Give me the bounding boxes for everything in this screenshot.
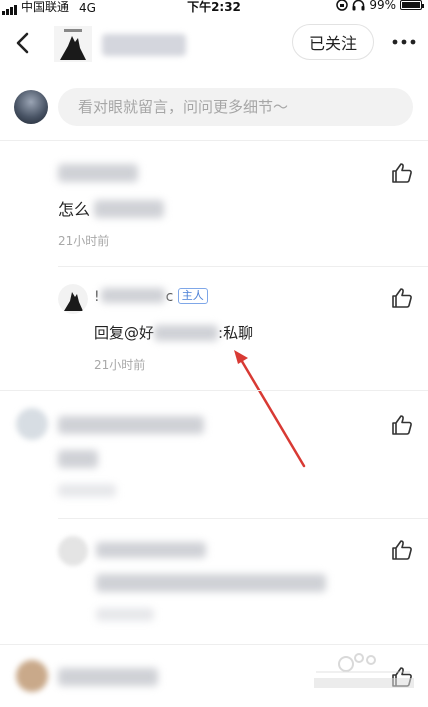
commenter-name-blurred bbox=[58, 164, 138, 182]
commenter-avatar bbox=[16, 408, 48, 440]
more-button[interactable] bbox=[390, 30, 418, 54]
reply-text-end: :私聊 bbox=[218, 324, 254, 342]
host-name-blurred bbox=[100, 288, 165, 303]
back-button[interactable] bbox=[10, 28, 36, 58]
thumbs-up-icon bbox=[392, 540, 412, 560]
reply-time: 21小时前 bbox=[94, 358, 146, 372]
host-avatar bbox=[58, 536, 88, 566]
comment-input-row bbox=[0, 84, 428, 130]
host-name: ! c 主人 bbox=[94, 288, 208, 305]
host-badge: 主人 bbox=[177, 288, 208, 304]
comment-input[interactable] bbox=[58, 88, 413, 126]
annotation-arrow bbox=[234, 350, 306, 468]
thumbs-up-icon bbox=[392, 288, 412, 308]
rotation-lock-icon bbox=[336, 0, 349, 11]
comment-time-blurred bbox=[58, 484, 116, 497]
more-dots-icon bbox=[392, 39, 416, 45]
comment-text-blurred bbox=[58, 450, 98, 468]
like-button[interactable] bbox=[391, 414, 413, 436]
like-button[interactable] bbox=[391, 287, 413, 309]
thumbs-up-icon bbox=[392, 415, 412, 435]
battery-percent: 99% bbox=[369, 0, 396, 12]
chevron-left-icon bbox=[16, 32, 29, 54]
commenter-avatar bbox=[16, 660, 48, 692]
reply-time-blurred bbox=[96, 608, 154, 621]
reply-text-blurred bbox=[96, 574, 326, 592]
like-button[interactable] bbox=[391, 539, 413, 561]
thumbs-up-icon bbox=[392, 163, 412, 183]
commenter-name-blurred bbox=[58, 668, 158, 686]
watermark-logo bbox=[314, 653, 414, 688]
divider bbox=[0, 390, 428, 391]
comment-text-visible: 怎么 bbox=[58, 200, 91, 219]
headphones-icon bbox=[352, 0, 365, 11]
reply-mention-blurred bbox=[154, 325, 219, 341]
seller-name-blurred bbox=[102, 34, 186, 56]
divider bbox=[58, 518, 428, 519]
my-avatar bbox=[14, 90, 48, 124]
like-button[interactable] bbox=[391, 162, 413, 184]
host-name-visible: ! bbox=[94, 289, 100, 305]
reply-text: 回复@好 :私聊 bbox=[94, 322, 253, 343]
host-name-blurred bbox=[96, 542, 206, 558]
host-name-end: c bbox=[165, 289, 174, 305]
commenter-name-blurred bbox=[58, 416, 204, 434]
battery-icon bbox=[400, 0, 424, 10]
host-avatar bbox=[58, 284, 88, 314]
status-bar: 中国联通 4G 下午2:32 99% bbox=[0, 0, 428, 15]
top-bar: 已关注 bbox=[0, 14, 428, 74]
comment-text-blurred bbox=[94, 200, 165, 218]
divider bbox=[0, 644, 428, 645]
seller-avatar[interactable] bbox=[54, 26, 92, 62]
divider bbox=[58, 266, 428, 267]
comment-text: 怎么 bbox=[58, 196, 165, 220]
reply-text-visible: 回复@好 bbox=[94, 324, 155, 342]
comment-time: 21小时前 bbox=[58, 234, 110, 248]
follow-button[interactable]: 已关注 bbox=[292, 24, 374, 60]
divider bbox=[0, 140, 428, 141]
